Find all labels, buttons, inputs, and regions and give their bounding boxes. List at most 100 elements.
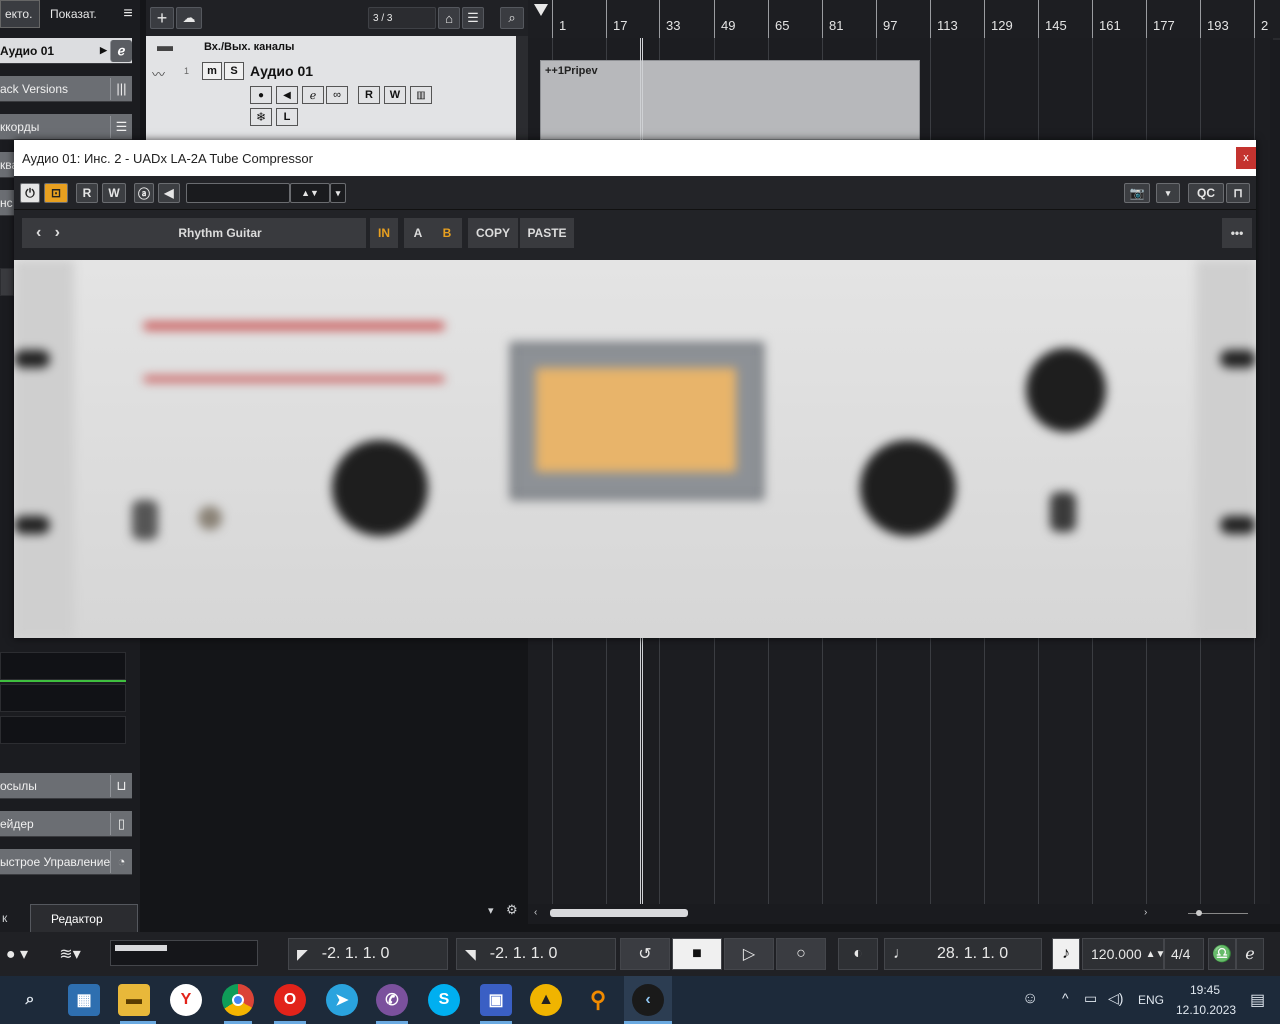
gain-knob[interactable]: [332, 440, 428, 536]
solo-button[interactable]: S: [224, 62, 244, 80]
time-signature[interactable]: 4/4: [1164, 938, 1204, 970]
track-row-audio[interactable]: 〰 1 m S Аудио 01 ● ◀ ℯ ∞ R W ▥ ❄ L: [146, 58, 516, 140]
inspector-sends[interactable]: осылы ⊔: [0, 773, 132, 799]
tempo-display[interactable]: 120.000 ▲▼: [1082, 938, 1165, 970]
meter-switch[interactable]: [1050, 492, 1076, 532]
clock-time[interactable]: 19:45: [1190, 983, 1220, 997]
network-icon[interactable]: ▭: [1084, 990, 1097, 1007]
horizontal-scroll-thumb[interactable]: [550, 909, 688, 917]
cycle-icon[interactable]: ↺: [620, 938, 670, 970]
camera-icon[interactable]: 📷: [1124, 183, 1150, 203]
yandex-browser-icon[interactable]: Y: [170, 984, 202, 1016]
zoom-slider-handle[interactable]: [1196, 910, 1202, 916]
activate-icon[interactable]: ◀: [158, 183, 180, 203]
edit-icon[interactable]: ℯ: [110, 39, 132, 62]
inspector-quick-controls[interactable]: ыстрое Управление ◔: [0, 849, 132, 875]
edit-channel-icon[interactable]: ℯ: [302, 86, 324, 104]
qc-button[interactable]: QC: [1188, 183, 1224, 203]
inspector-section-3[interactable]: ква: [0, 152, 14, 178]
lock-icon[interactable]: ⊓: [1226, 183, 1250, 203]
play-icon[interactable]: ▷: [724, 938, 774, 970]
inspector-edit-small[interactable]: [0, 268, 14, 296]
opera-icon[interactable]: O: [274, 984, 306, 1016]
menu-icon[interactable]: ≡: [118, 0, 138, 28]
window-menu-arrow-icon[interactable]: ▾: [1156, 183, 1180, 203]
tab-editor[interactable]: Редактор: [30, 904, 138, 932]
edit-icon[interactable]: ℯ: [1236, 938, 1264, 970]
punch-icon[interactable]: ◐: [838, 938, 878, 970]
clock-date[interactable]: 12.10.2023: [1176, 1003, 1236, 1017]
track-row-io[interactable]: ▬ Вх./Вых. каналы: [146, 36, 516, 58]
save-disk-icon[interactable]: ▣: [480, 984, 512, 1016]
preset-name-field[interactable]: [186, 183, 290, 203]
magnifier-app-icon[interactable]: ⚲: [582, 984, 614, 1016]
copy-button[interactable]: COPY: [468, 218, 518, 248]
waveform-mode-icon[interactable]: ≋▾: [48, 938, 92, 970]
inspector-track-header[interactable]: Аудио 01 ▶ ℯ: [0, 38, 132, 64]
skype-icon[interactable]: S: [428, 984, 460, 1016]
home-icon[interactable]: ⌂: [438, 7, 460, 29]
b-button[interactable]: B: [432, 218, 462, 248]
read-automation-button[interactable]: R: [358, 86, 380, 104]
metronome-icon[interactable]: ♎: [1208, 938, 1236, 970]
close-button[interactable]: x: [1236, 147, 1256, 169]
right-locator[interactable]: ◥ -2. 1. 1. 0: [456, 938, 616, 970]
preset-selector[interactable]: Rhythm Guitar: [74, 218, 366, 248]
preset-menu-arrow-icon[interactable]: ▾: [330, 183, 346, 203]
list-icon[interactable]: ☰: [462, 7, 484, 29]
peak-reduction-knob[interactable]: [860, 440, 956, 536]
gear-icon[interactable]: ⚙: [506, 902, 518, 918]
record-mode-icon[interactable]: ● ▾: [0, 938, 34, 970]
collapse-arrow-icon[interactable]: ▾: [488, 904, 494, 917]
a-button[interactable]: A: [404, 218, 432, 248]
in-button[interactable]: IN: [370, 218, 398, 248]
volume-icon[interactable]: ◁): [1108, 990, 1123, 1007]
bottom-tab-left[interactable]: к: [0, 904, 30, 932]
tab-show[interactable]: Показат.: [46, 0, 116, 28]
record-icon[interactable]: ●: [250, 86, 272, 104]
chrome-icon[interactable]: [222, 984, 254, 1016]
bypass-icon[interactable]: ⊡: [44, 183, 68, 203]
preset-nav-icon[interactable]: ‹ ›: [22, 218, 74, 248]
monitor-icon[interactable]: ◀: [276, 86, 298, 104]
mute-button[interactable]: m: [202, 62, 222, 80]
add-track-button[interactable]: +: [150, 7, 174, 29]
emphasis-knob[interactable]: [198, 506, 222, 530]
inspector-section-4[interactable]: нс: [0, 190, 14, 216]
file-explorer-icon[interactable]: ▬: [118, 984, 150, 1016]
mix-knob[interactable]: [1026, 348, 1106, 432]
people-icon[interactable]: ☺: [1022, 990, 1038, 1008]
audio-event[interactable]: ++1Pripev: [540, 60, 920, 140]
add-track-options-button[interactable]: ☁: [176, 7, 202, 29]
inspector-chords[interactable]: ккорды ☰: [0, 114, 132, 140]
control-panel-icon[interactable]: ▦: [68, 984, 100, 1016]
tempo-track-icon[interactable]: ♪: [1052, 938, 1080, 970]
side-chain-icon[interactable]: ⓐ: [134, 183, 154, 203]
search-icon[interactable]: ⌕: [500, 7, 524, 29]
left-locator[interactable]: ◤ -2. 1. 1. 0: [288, 938, 448, 970]
inspector-slot-1[interactable]: [0, 652, 126, 680]
telegram-icon[interactable]: ➤: [326, 984, 358, 1016]
more-options-button[interactable]: •••: [1222, 218, 1252, 248]
tab-project[interactable]: екто.: [0, 0, 40, 28]
preset-arrows-icon[interactable]: ▲▼: [290, 183, 330, 203]
read-button[interactable]: R: [76, 183, 98, 203]
timeline-ruler[interactable]: 1 17 33 49 65 81 97 113 129 145 161 177 …: [528, 0, 1280, 38]
comp-limit-switch[interactable]: [132, 500, 158, 540]
lanes-icon[interactable]: ▥: [410, 86, 432, 104]
paste-button[interactable]: PASTE: [520, 218, 574, 248]
viber-icon[interactable]: ✆: [376, 984, 408, 1016]
inspector-track-versions[interactable]: ack Versions |||: [0, 76, 132, 102]
lock-button[interactable]: L: [276, 108, 298, 126]
cubase-taskbar-active[interactable]: ‹: [624, 976, 672, 1024]
position-display[interactable]: ♩ 28. 1. 1. 0: [884, 938, 1042, 970]
scroll-left-icon[interactable]: ‹: [534, 907, 537, 918]
warning-app-icon[interactable]: ▲: [530, 984, 562, 1016]
write-automation-button[interactable]: W: [384, 86, 406, 104]
chevron-up-icon[interactable]: ^: [1062, 990, 1069, 1006]
inspector-fader[interactable]: ейдер ▯: [0, 811, 132, 837]
inspector-slot-2[interactable]: [0, 684, 126, 712]
freeze-icon[interactable]: ❄: [250, 108, 272, 126]
power-icon[interactable]: ⏻: [20, 183, 40, 203]
stop-icon[interactable]: ■: [672, 938, 722, 970]
